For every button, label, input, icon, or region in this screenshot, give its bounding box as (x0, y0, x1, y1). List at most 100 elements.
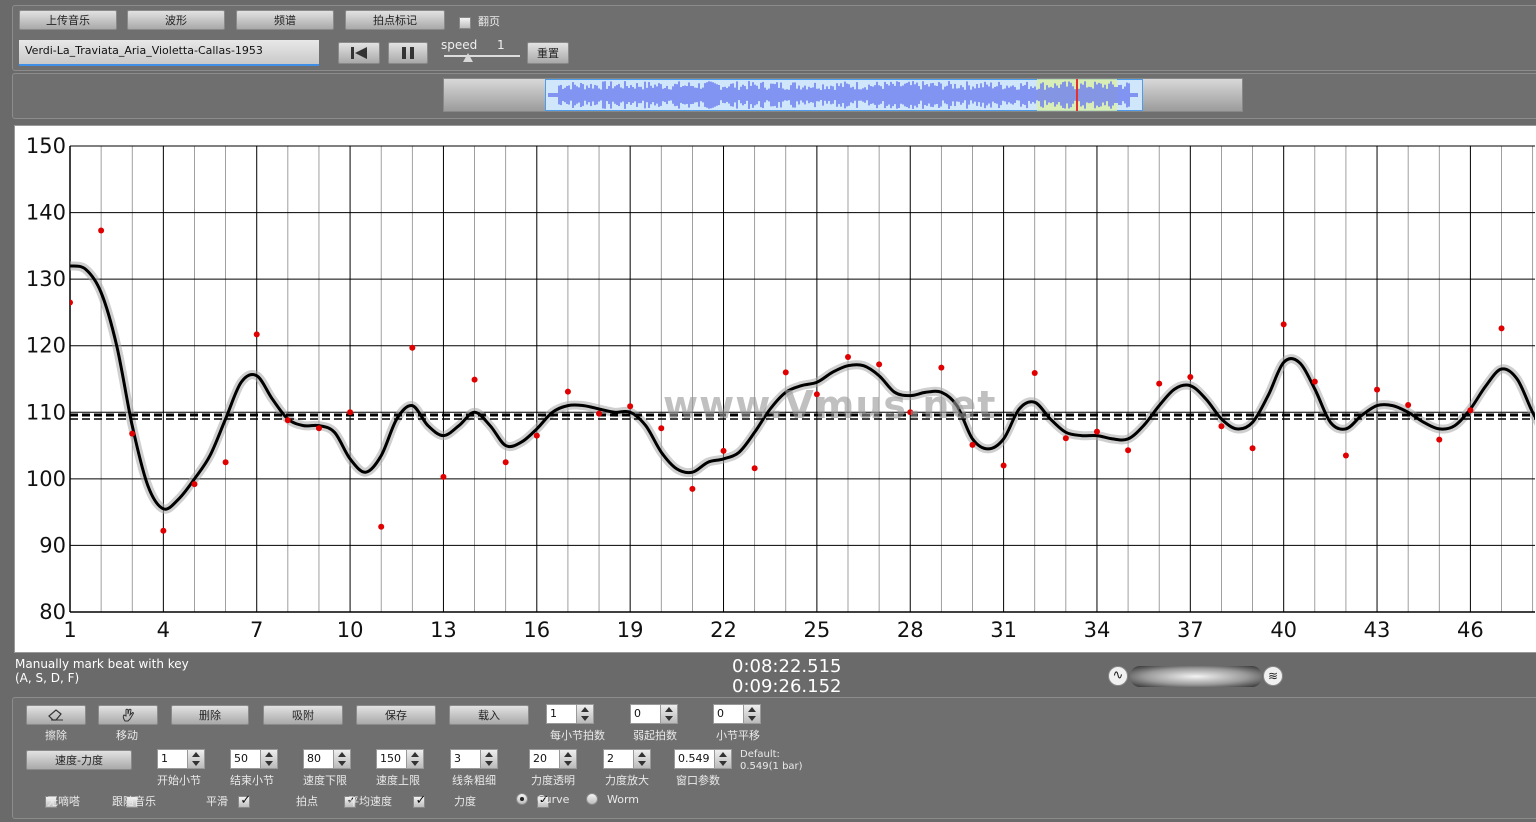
beat-point (1467, 407, 1474, 414)
window-param-label: 窗口参数 (676, 774, 720, 787)
save-button[interactable]: 保存 (356, 705, 436, 725)
volume-slider[interactable] (1130, 666, 1262, 687)
tempo-min-stepper[interactable]: 80 (303, 749, 351, 769)
line-width-stepper[interactable]: 3 (450, 749, 498, 769)
end-bar-label: 结束小节 (230, 774, 274, 787)
x-tick-label: 37 (1177, 618, 1204, 642)
y-tick-label: 90 (39, 533, 66, 557)
bar-offset-label: 小节平移 (716, 729, 760, 742)
beat-point (1218, 423, 1225, 430)
zoom-waveform-icon[interactable]: ≋ (1263, 666, 1283, 686)
y-tick-label: 150 (26, 134, 66, 158)
x-tick-label: 25 (804, 618, 831, 642)
beat-point (1436, 436, 1443, 443)
beat-point (1156, 380, 1163, 387)
beat-point (471, 376, 478, 383)
tempo-min-label: 速度下限 (303, 774, 347, 787)
x-tick-label: 7 (250, 618, 263, 642)
follow-music-label: 跟随音乐 (112, 795, 156, 808)
y-tick-label: 120 (26, 334, 66, 358)
average-tempo-label: 平均速度 (348, 795, 392, 808)
beat-point (284, 417, 291, 424)
tempo-chart[interactable]: 80 90 100 110 120 130 140 150 1 4 7 10 13 16 19 22 25 28 3… (0, 0, 1536, 660)
no-tick-label: 无嘀嗒 (47, 795, 80, 808)
move-button[interactable] (98, 705, 158, 725)
start-bar-stepper[interactable]: 1 (157, 749, 205, 769)
beat-point (1311, 378, 1318, 385)
erase-label: 擦除 (45, 729, 67, 742)
beat-point (1405, 401, 1412, 408)
beat-point (502, 459, 509, 466)
beat-point (533, 432, 540, 439)
beat-point (440, 473, 447, 480)
default-note-line1: Default: (740, 749, 780, 760)
beat-point (191, 481, 198, 488)
dynamics-label: 力度 (454, 795, 476, 808)
beat-point (720, 447, 727, 454)
beat-point (129, 430, 136, 437)
curve-radio[interactable] (516, 793, 528, 805)
window-param-stepper[interactable]: 0.549 (674, 749, 732, 769)
dynamics-scale-stepper[interactable]: 2 (603, 749, 651, 769)
default-note-line2: 0.549(1 bar) (740, 761, 803, 772)
x-tick-label: 13 (430, 618, 457, 642)
beat-point (160, 527, 167, 534)
x-tick-label: 34 (1084, 618, 1111, 642)
worm-label: Worm (607, 793, 640, 806)
beat-point (689, 485, 696, 492)
start-bar-label: 开始小节 (157, 774, 201, 787)
beat-point (347, 409, 354, 416)
load-button[interactable]: 载入 (449, 705, 529, 725)
beat-point (409, 344, 416, 351)
end-bar-stepper[interactable]: 50 (230, 749, 278, 769)
beat-point (1187, 374, 1194, 381)
average-tempo-checkbox[interactable] (413, 793, 426, 808)
worm-radio[interactable] (586, 793, 598, 805)
delete-button[interactable]: 删除 (171, 705, 249, 725)
beat-point (627, 403, 634, 410)
beat-point (782, 369, 789, 376)
erase-button[interactable] (26, 705, 86, 725)
x-tick-label: 31 (990, 618, 1017, 642)
x-tick-label: 4 (157, 618, 170, 642)
beat-point (876, 361, 883, 368)
move-label: 移动 (116, 729, 138, 742)
dynamics-opacity-stepper[interactable]: 20 (529, 749, 577, 769)
beats-per-bar-label: 每小节拍数 (550, 729, 605, 742)
beat-point (845, 354, 851, 361)
x-tick-label: 1 (63, 618, 76, 642)
beat-point (1031, 370, 1038, 377)
tempo-dynamics-button[interactable]: 速度-力度 (26, 750, 132, 770)
beats-per-bar-stepper[interactable]: 1 (546, 704, 594, 724)
beat-point (1125, 447, 1132, 454)
dynamics-opacity-label: 力度透明 (531, 774, 575, 787)
tempo-max-label: 速度上限 (376, 774, 420, 787)
beat-point (222, 459, 229, 466)
beat-point (1062, 435, 1069, 442)
pickup-beats-stepper[interactable]: 0 (630, 704, 678, 724)
beat-point (378, 523, 385, 530)
watermark: www.Vmus.net (663, 383, 997, 427)
smooth-checkbox[interactable] (238, 793, 251, 808)
beat-point (938, 364, 945, 371)
zoom-wave-icon[interactable]: ∿ (1108, 666, 1128, 686)
beat-point (969, 441, 976, 448)
beat-point (751, 465, 758, 472)
hint-keys: (A, S, D, F) (15, 671, 80, 685)
dynamics-scale-label: 力度放大 (605, 774, 649, 787)
tempo-max-stepper[interactable]: 150 (376, 749, 424, 769)
x-tick-label: 22 (710, 618, 737, 642)
beat-point (1498, 325, 1505, 332)
beat-point (1280, 321, 1287, 328)
snap-button[interactable]: 吸附 (263, 705, 343, 725)
plot-layer (70, 227, 1535, 534)
x-tick-label: 28 (897, 618, 924, 642)
x-tick-label: 40 (1270, 618, 1297, 642)
bar-offset-stepper[interactable]: 0 (713, 704, 761, 724)
x-tick-label: 43 (1364, 618, 1391, 642)
beat-points-label: 拍点 (296, 795, 318, 808)
beat-point (1342, 452, 1349, 459)
y-tick-label: 130 (26, 267, 66, 291)
x-tick-label: 19 (617, 618, 644, 642)
y-tick-label: 100 (26, 467, 66, 491)
